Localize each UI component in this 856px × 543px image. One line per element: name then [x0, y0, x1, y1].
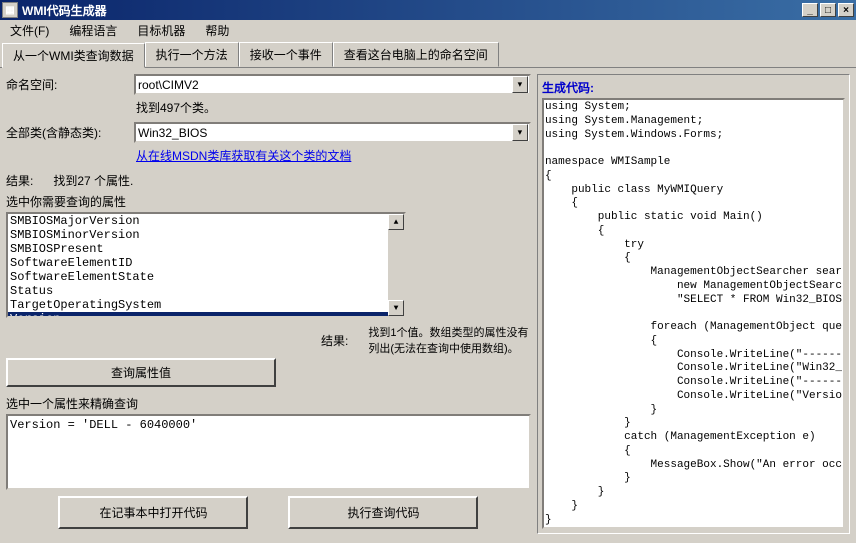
close-button[interactable]: × — [838, 3, 854, 17]
query-property-button[interactable]: 查询属性值 — [6, 358, 276, 387]
tab-browse-namespaces[interactable]: 查看这台电脑上的命名空间 — [333, 42, 499, 67]
app-icon: ▦ — [2, 2, 18, 18]
scroll-up-icon[interactable]: ▲ — [388, 214, 404, 230]
scrollbar[interactable]: ▲ ▼ — [388, 214, 404, 316]
tabstrip: 从一个WMI类查询数据 执行一个方法 接收一个事件 查看这台电脑上的命名空间 — [0, 40, 856, 68]
execute-query-button[interactable]: 执行查询代码 — [288, 496, 478, 529]
generated-code-label: 生成代码: — [542, 79, 845, 96]
right-panel: 生成代码: using System; using System.Managem… — [537, 74, 850, 534]
list-item[interactable]: SMBIOSMinorVersion — [8, 228, 404, 242]
tab-query-data[interactable]: 从一个WMI类查询数据 — [2, 43, 145, 68]
class-value: Win32_BIOS — [138, 126, 207, 140]
msdn-link[interactable]: 从在线MSDN类库获取有关这个类的文档 — [136, 147, 531, 164]
tab-receive-event[interactable]: 接收一个事件 — [239, 42, 333, 67]
list-item[interactable]: SMBIOSPresent — [8, 242, 404, 256]
code-output[interactable]: using System; using System.Management; u… — [542, 98, 845, 529]
select-props-label: 选中你需要查询的属性 — [6, 193, 531, 210]
list-item-selected[interactable]: Version — [8, 312, 404, 318]
refine-label: 选中一个属性来精确查询 — [6, 395, 531, 412]
minimize-button[interactable]: _ — [802, 3, 818, 17]
open-in-notepad-button[interactable]: 在记事本中打开代码 — [58, 496, 248, 529]
result2-hint: 找到1个值。数组类型的属性没有列出(无法在查询中使用数组)。 — [368, 324, 531, 356]
menu-lang[interactable]: 编程语言 — [63, 20, 123, 41]
list-item[interactable]: TargetOperatingSystem — [8, 298, 404, 312]
result2-label: 结果: — [321, 332, 348, 349]
result-count: 找到27 个属性. — [53, 174, 133, 188]
dropdown-arrow-icon[interactable] — [512, 124, 528, 141]
refine-textarea[interactable]: Version = 'DELL - 6040000' — [6, 414, 531, 490]
tab-exec-method[interactable]: 执行一个方法 — [145, 42, 239, 67]
properties-listbox[interactable]: SMBIOSMajorVersion SMBIOSMinorVersion SM… — [6, 212, 406, 318]
class-dropdown[interactable]: Win32_BIOS — [134, 122, 531, 143]
list-item[interactable]: SoftwareElementID — [8, 256, 404, 270]
list-item[interactable]: Status — [8, 284, 404, 298]
titlebar: ▦ WMI代码生成器 _ □ × — [0, 0, 856, 20]
list-item[interactable]: SoftwareElementState — [8, 270, 404, 284]
refine-value: Version = 'DELL - 6040000' — [10, 418, 197, 432]
window-title: WMI代码生成器 — [22, 2, 802, 19]
menu-file[interactable]: 文件(F) — [4, 20, 55, 41]
list-item[interactable]: SMBIOSMajorVersion — [8, 214, 404, 228]
namespace-value: root\CIMV2 — [138, 78, 199, 92]
result-label: 结果: — [6, 174, 33, 188]
class-label: 全部类(含静态类): — [6, 124, 126, 141]
menu-target[interactable]: 目标机器 — [131, 20, 191, 41]
namespace-label: 命名空间: — [6, 76, 126, 93]
scroll-down-icon[interactable]: ▼ — [388, 300, 404, 316]
menubar: 文件(F) 编程语言 目标机器 帮助 — [0, 20, 856, 40]
namespace-dropdown[interactable]: root\CIMV2 — [134, 74, 531, 95]
menu-help[interactable]: 帮助 — [199, 20, 235, 41]
left-panel: 命名空间: root\CIMV2 找到497个类。 全部类(含静态类): Win… — [6, 74, 531, 534]
dropdown-arrow-icon[interactable] — [512, 76, 528, 93]
class-count-hint: 找到497个类。 — [136, 99, 531, 116]
maximize-button[interactable]: □ — [820, 3, 836, 17]
